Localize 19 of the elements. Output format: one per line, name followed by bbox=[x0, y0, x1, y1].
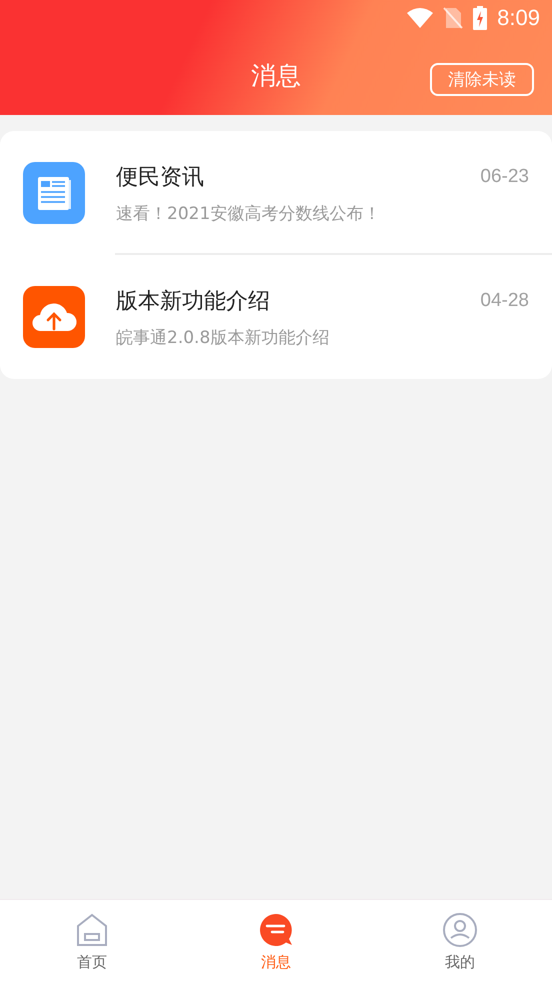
wifi-icon bbox=[407, 8, 434, 28]
message-date: 04-28 bbox=[480, 290, 529, 312]
house-icon bbox=[77, 913, 107, 947]
user-icon bbox=[443, 913, 477, 947]
message-date: 06-23 bbox=[480, 166, 529, 188]
status-time: 8:09 bbox=[497, 5, 540, 31]
message-preview: 速看！2021安徽高考分数线公布！ bbox=[116, 203, 382, 225]
page-title: 消息 bbox=[251, 60, 301, 92]
message-title[interactable]: 版本新功能介绍 bbox=[116, 286, 270, 316]
message-title[interactable]: 便民资讯 bbox=[116, 162, 204, 192]
nav-tab[interactable]: 首页 bbox=[0, 900, 184, 983]
nav-tab[interactable]: 消息 bbox=[184, 900, 368, 983]
battery-icon bbox=[473, 6, 488, 30]
nav-tab[interactable]: 我的 bbox=[368, 900, 552, 983]
no-sim-icon bbox=[443, 7, 464, 29]
chat-bubble-icon bbox=[259, 913, 293, 947]
message-preview: 皖事通2.0.8版本新功能介绍 bbox=[116, 327, 330, 349]
cloud-upload-icon bbox=[23, 286, 85, 348]
newspaper-icon bbox=[23, 162, 85, 224]
